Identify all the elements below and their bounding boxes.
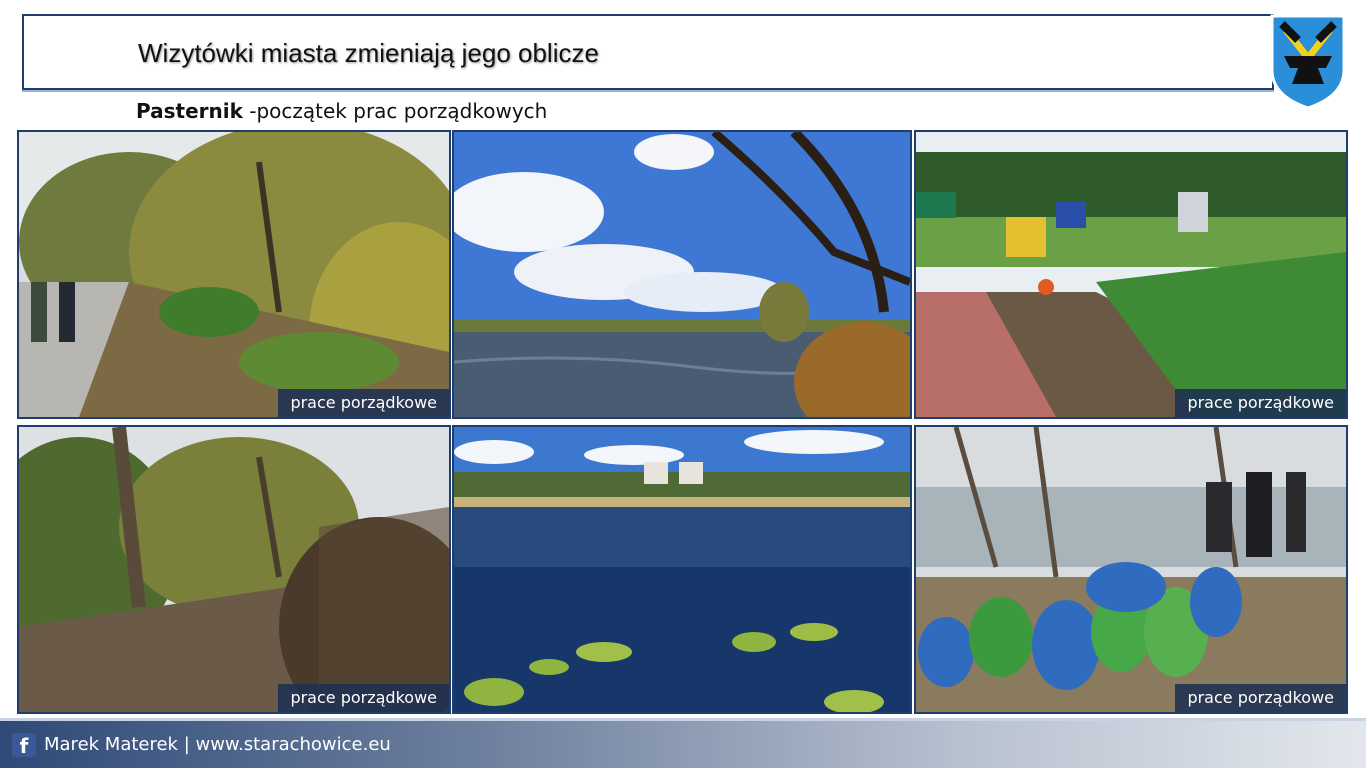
photo-lake-sky: [452, 130, 912, 419]
photo-trash-bags-volunteers: prace porządkowe: [914, 425, 1348, 714]
page-title: Wizytówki miasta zmieniają jego oblicze: [138, 38, 599, 68]
photo-construction-path: prace porządkowe: [914, 130, 1348, 419]
subtitle: Pasternik -początek prac porządkowych: [136, 99, 547, 123]
photo-caption: prace porządkowe: [1175, 684, 1346, 712]
photo-sidewalk-trees: prace porządkowe: [17, 130, 451, 419]
city-coat-of-arms: [1268, 12, 1348, 110]
footer-credit[interactable]: Marek Materek | www.starachowice.eu: [44, 734, 391, 755]
footer-bar: f Marek Materek | www.starachowice.eu: [0, 718, 1366, 768]
photo-overgrown-bushes: prace porządkowe: [17, 425, 451, 714]
photo-caption: prace porządkowe: [1175, 389, 1346, 417]
facebook-icon[interactable]: f: [12, 733, 36, 758]
title-banner: Wizytówki miasta zmieniają jego oblicze: [22, 14, 1274, 90]
photo-lake-water-lilies: [452, 425, 912, 714]
photo-caption: prace porządkowe: [278, 389, 449, 417]
photo-caption: prace porządkowe: [278, 684, 449, 712]
subtitle-description: -początek prac porządkowych: [242, 99, 548, 123]
subtitle-location: Pasternik: [136, 99, 243, 123]
